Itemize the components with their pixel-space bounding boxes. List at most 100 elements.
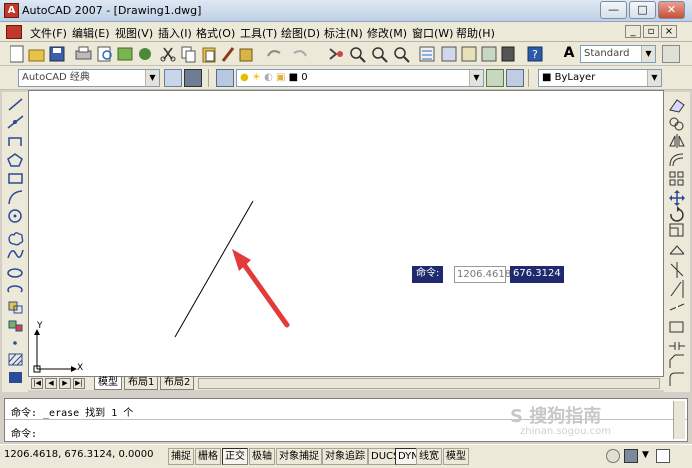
draw-toolbar-icons — [7, 98, 24, 383]
fillet-icon — [669, 372, 684, 386]
paste-icon — [202, 47, 216, 63]
osnap-toggle[interactable]: 对象捕捉 — [276, 448, 322, 465]
tab-layout1[interactable]: 布局1 — [124, 377, 159, 390]
sheet-set-icon — [481, 46, 497, 62]
layer-previous-icon[interactable] — [506, 69, 524, 87]
document-icon[interactable] — [6, 25, 22, 39]
join-icon — [669, 342, 685, 350]
color-swatch-icon: ■ — [542, 72, 552, 83]
redo-icon — [293, 50, 307, 57]
properties-toolbar: AutoCAD 经典 ▼ ● ☀ ◐ ▣ ■ 0 ▼ ■ ByLayer ▼ — [0, 66, 692, 90]
lock-toolbar-icon[interactable] — [624, 449, 638, 463]
dynamic-input-label: 命令: — [412, 266, 444, 283]
point-icon — [13, 341, 17, 345]
close-button[interactable]: ✕ — [658, 1, 685, 19]
region-icon — [9, 372, 22, 383]
watermark-text: zhinan.sogou.com — [520, 426, 612, 437]
command-prompt[interactable]: 命令: — [11, 425, 37, 440]
next-tab-icon[interactable]: ▶ — [59, 378, 71, 389]
rectangle-icon — [8, 173, 23, 184]
dynamic-input-x[interactable]: 1206.4618 — [454, 266, 511, 283]
dynamic-input-y[interactable]: 676.3124 — [510, 266, 564, 283]
lineweight-toggle[interactable]: 线宽 — [416, 448, 442, 465]
layer-manager-icon[interactable] — [216, 69, 234, 87]
color-combo[interactable]: ■ ByLayer ▼ — [538, 69, 662, 87]
publish-icon — [117, 47, 133, 61]
draw-toolbar — [2, 92, 28, 392]
svg-text:?: ? — [532, 48, 538, 61]
menu-format[interactable]: 格式(O) — [196, 25, 235, 41]
doc-restore-button[interactable]: ▫ — [643, 25, 659, 38]
print-icon — [75, 46, 92, 60]
freeze-icon: ◐ — [264, 72, 273, 83]
menu-window[interactable]: 窗口(W) — [412, 25, 453, 41]
spline-icon — [7, 249, 24, 259]
insert-block-icon — [8, 301, 23, 314]
annotation-arrow-icon — [232, 249, 290, 328]
arc-icon — [8, 190, 23, 205]
new-file-icon — [10, 45, 24, 63]
otrack-toggle[interactable]: 对象追踪 — [322, 448, 368, 465]
drawing-canvas[interactable] — [29, 91, 665, 377]
chevron-down-icon[interactable]: ▼ — [647, 70, 661, 86]
layout-tab-bar: |◀ ◀ ▶ ▶| 模型 布局1 布局2 — [28, 376, 664, 390]
make-block-icon — [8, 320, 23, 332]
chevron-down-icon[interactable]: ▼ — [641, 46, 655, 62]
layer-combo[interactable]: ● ☀ ◐ ▣ ■ 0 ▼ — [236, 69, 484, 87]
mirror-icon — [669, 134, 685, 148]
restore-button[interactable]: □ — [629, 1, 656, 19]
menu-insert[interactable]: 插入(I) — [158, 25, 192, 41]
prev-tab-icon[interactable]: ◀ — [45, 378, 57, 389]
menu-file[interactable]: 文件(F) — [30, 25, 67, 41]
modify-toolbar-icons — [669, 99, 685, 386]
menu-draw[interactable]: 绘图(D) — [281, 25, 320, 41]
3d-dwf-icon — [139, 48, 151, 60]
chevron-down-icon[interactable]: ▼ — [469, 70, 483, 86]
grid-toggle[interactable]: 栅格 — [195, 448, 221, 465]
last-tab-icon[interactable]: ▶| — [73, 378, 85, 389]
text-style-icon[interactable]: A — [560, 45, 578, 63]
communication-center-icon[interactable] — [606, 449, 620, 463]
command-window[interactable]: 命令: _erase 找到 1 个 命令: S 搜狗指南 zhinan.sogo… — [4, 398, 688, 442]
undo-icon — [267, 50, 281, 57]
status-menu-chevron-down-icon[interactable]: ▼ — [642, 450, 649, 460]
array-icon — [669, 171, 684, 186]
ortho-toggle[interactable]: 正交 — [222, 448, 248, 465]
coordinate-readout[interactable]: 1206.4618, 676.3124, 0.0000 — [4, 449, 154, 460]
menu-modify[interactable]: 修改(M) — [367, 25, 407, 41]
tab-layout2[interactable]: 布局2 — [160, 377, 195, 390]
chevron-down-icon[interactable]: ▼ — [145, 70, 159, 86]
trim-icon — [670, 262, 684, 278]
dim-style-icon[interactable] — [662, 45, 680, 63]
workspace-combo[interactable]: AutoCAD 经典 ▼ — [18, 69, 160, 87]
menu-help[interactable]: 帮助(H) — [456, 25, 495, 41]
layer-value: 0 — [301, 72, 308, 83]
text-style-combo[interactable]: Standard ▼ — [580, 45, 656, 63]
model-toggle[interactable]: 模型 — [443, 448, 469, 465]
standard-toolbar: ? A Standard ▼ — [0, 42, 692, 66]
workspace-settings-icon[interactable] — [164, 69, 182, 87]
menu-tools[interactable]: 工具(T) — [240, 25, 277, 41]
save-workspace-icon[interactable] — [184, 69, 202, 87]
menu-dimension[interactable]: 标注(N) — [324, 25, 363, 41]
snap-toggle[interactable]: 捕捉 — [168, 448, 194, 465]
zoom-previous-icon — [394, 47, 410, 63]
menu-edit[interactable]: 编辑(E) — [72, 25, 110, 41]
make-object-layer-current-icon[interactable] — [486, 69, 504, 87]
title-bar: A AutoCAD 2007 - [Drawing1.dwg] — □ ✕ — [0, 0, 692, 22]
menu-bar: 文件(F) 编辑(E) 视图(V) 插入(I) 格式(O) 工具(T) 绘图(D… — [0, 22, 692, 42]
autocad-logo-icon[interactable]: A — [4, 3, 19, 18]
doc-minimize-button[interactable]: _ — [625, 25, 641, 38]
tab-model[interactable]: 模型 — [94, 377, 122, 390]
menu-view[interactable]: 视图(V) — [115, 25, 153, 41]
first-tab-icon[interactable]: |◀ — [31, 378, 43, 389]
drawing-area[interactable]: Y X 命令: 1206.4618 676.3124 — [28, 90, 664, 388]
polar-toggle[interactable]: 极轴 — [249, 448, 275, 465]
command-scrollbar[interactable] — [673, 401, 685, 439]
horizontal-scrollbar[interactable] — [198, 378, 660, 389]
minimize-button[interactable]: — — [600, 1, 627, 19]
clean-screen-icon[interactable] — [656, 449, 670, 463]
doc-close-button[interactable]: × — [661, 25, 677, 38]
chamfer-icon — [669, 354, 684, 368]
extend-icon — [670, 280, 684, 298]
